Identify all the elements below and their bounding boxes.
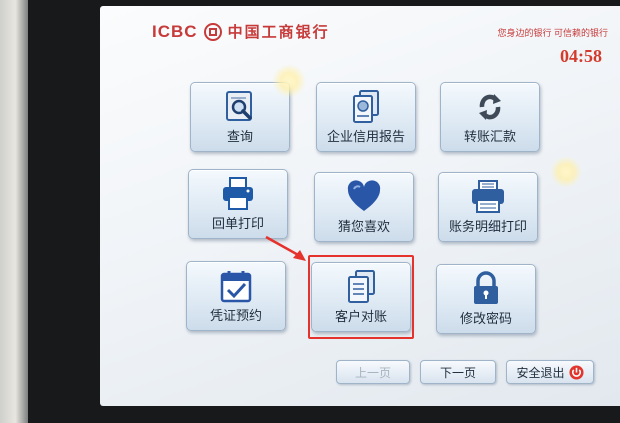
brand-name-cn: 中国工商银行 (227, 24, 330, 41)
light-reflection (272, 64, 306, 98)
report-document-icon (346, 89, 386, 125)
brand-name-en: ICBC (152, 21, 198, 41)
padlock-icon (466, 271, 506, 307)
menu-guess-like-label: 猜您喜欢 (337, 220, 390, 235)
menu-guess-like-button[interactable]: 猜您喜欢 (314, 172, 414, 242)
menu-change-password-button[interactable]: 修改密码 (436, 264, 536, 334)
heart-icon (344, 179, 384, 215)
menu-voucher-booking-button[interactable]: 凭证预约 (186, 261, 286, 331)
prev-page-button[interactable]: 上一页 (336, 360, 410, 384)
menu-receipt-print-label: 回单打印 (211, 217, 264, 232)
bank-brand: ICBC 中国工商银行 (152, 21, 330, 42)
menu-transfer-label: 转账汇款 (463, 130, 516, 145)
menu-statement-print-label: 账务明细打印 (448, 220, 527, 235)
magnifier-document-icon (220, 89, 260, 125)
kiosk-frame: ICBC 中国工商银行 您身边的银行 可信赖的银行 04:58 查询 企业信用报… (28, 0, 620, 423)
atm-screen: ICBC 中国工商银行 您身边的银行 可信赖的银行 04:58 查询 企业信用报… (100, 6, 620, 406)
printer-paper-icon (468, 179, 508, 215)
menu-transfer-button[interactable]: 转账汇款 (440, 82, 540, 152)
menu-credit-report-label: 企业信用报告 (326, 130, 405, 145)
safe-exit-button[interactable]: 安全退出 (506, 360, 594, 384)
kiosk-bezel-left (0, 0, 28, 423)
calendar-check-icon (216, 268, 256, 304)
menu-credit-report-button[interactable]: 企业信用报告 (316, 82, 416, 152)
highlight-box (308, 255, 414, 339)
next-page-button[interactable]: 下一页 (420, 360, 496, 384)
annotation-arrow-icon (264, 234, 310, 264)
safe-exit-label: 安全退出 (516, 365, 565, 380)
menu-inquiry-button[interactable]: 查询 (190, 82, 290, 152)
next-page-label: 下一页 (439, 365, 476, 380)
menu-voucher-booking-label: 凭证预约 (209, 309, 262, 324)
bank-tagline: 您身边的银行 可信赖的银行 (497, 28, 608, 38)
prev-page-label: 上一页 (354, 365, 391, 380)
light-reflection (550, 156, 582, 188)
menu-change-password-label: 修改密码 (459, 312, 512, 327)
power-icon (568, 364, 584, 380)
countdown-timer: 04:58 (560, 46, 602, 66)
refresh-arrows-icon (470, 89, 510, 125)
menu-receipt-print-button[interactable]: 回单打印 (188, 169, 288, 239)
menu-inquiry-label: 查询 (226, 130, 253, 145)
menu-statement-print-button[interactable]: 账务明细打印 (438, 172, 538, 242)
bank-logo-icon (203, 22, 222, 41)
printer-icon (218, 176, 258, 212)
